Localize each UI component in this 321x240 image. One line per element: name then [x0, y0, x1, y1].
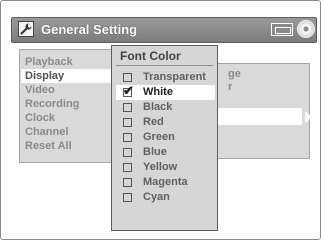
option-red[interactable]: Red	[116, 115, 215, 130]
option-blue[interactable]: Blue	[116, 145, 215, 160]
option-magenta[interactable]: Magenta	[116, 175, 215, 190]
submenu-item[interactable]: r	[228, 80, 232, 94]
menu-item-video[interactable]: Video	[25, 83, 55, 97]
option-yellow[interactable]: Yellow	[116, 160, 215, 175]
option-label: Blue	[143, 146, 167, 158]
menu-item-recording[interactable]: Recording	[25, 97, 79, 111]
divider	[116, 65, 213, 66]
option-label: White	[143, 86, 173, 98]
tv-screen: General Setting Playback Display Video R…	[0, 0, 321, 240]
checkbox[interactable]	[123, 148, 132, 157]
option-label: Red	[143, 116, 164, 128]
title-bar: General Setting	[11, 17, 317, 43]
settings-menu: Playback Display Video Recording Clock C…	[19, 49, 125, 163]
option-green[interactable]: Green	[116, 130, 215, 145]
option-black[interactable]: Black	[116, 100, 215, 115]
checkbox[interactable]: ✔	[123, 84, 134, 97]
display-submenu: ge r	[204, 63, 312, 159]
checkbox[interactable]	[123, 193, 132, 202]
arrow-right-icon	[305, 111, 312, 123]
option-label: Magenta	[143, 176, 188, 188]
option-label: Cyan	[143, 191, 170, 203]
option-label: Green	[143, 131, 175, 143]
option-white[interactable]: ✔ White	[116, 84, 215, 100]
option-label: Black	[143, 101, 173, 113]
option-label: Yellow	[143, 161, 178, 173]
menu-item-reset-all[interactable]: Reset All	[25, 139, 72, 153]
popup-title: Font Color	[120, 49, 181, 63]
page-title: General Setting	[41, 22, 138, 37]
checkbox[interactable]	[123, 73, 132, 82]
screen-icon	[271, 23, 293, 36]
menu-item-playback[interactable]: Playback	[25, 55, 73, 69]
submenu-selected-row[interactable]	[206, 108, 302, 125]
checkbox[interactable]	[123, 118, 132, 127]
checkbox[interactable]	[123, 163, 132, 172]
font-color-popup: Font Color Transparent ✔ White Black Red…	[111, 45, 218, 231]
menu-item-channel[interactable]: Channel	[25, 125, 68, 139]
check-icon: ✔	[123, 83, 134, 98]
checkbox[interactable]	[123, 103, 132, 112]
option-label: Transparent	[143, 71, 206, 83]
disc-icon	[297, 20, 315, 38]
menu-item-display[interactable]: Display	[21, 69, 125, 83]
submenu-item[interactable]: ge	[228, 67, 241, 81]
option-cyan[interactable]: Cyan	[116, 190, 215, 205]
checkbox[interactable]	[123, 178, 132, 187]
checkbox[interactable]	[123, 133, 132, 142]
wrench-icon	[18, 21, 34, 37]
menu-item-clock[interactable]: Clock	[25, 111, 55, 125]
